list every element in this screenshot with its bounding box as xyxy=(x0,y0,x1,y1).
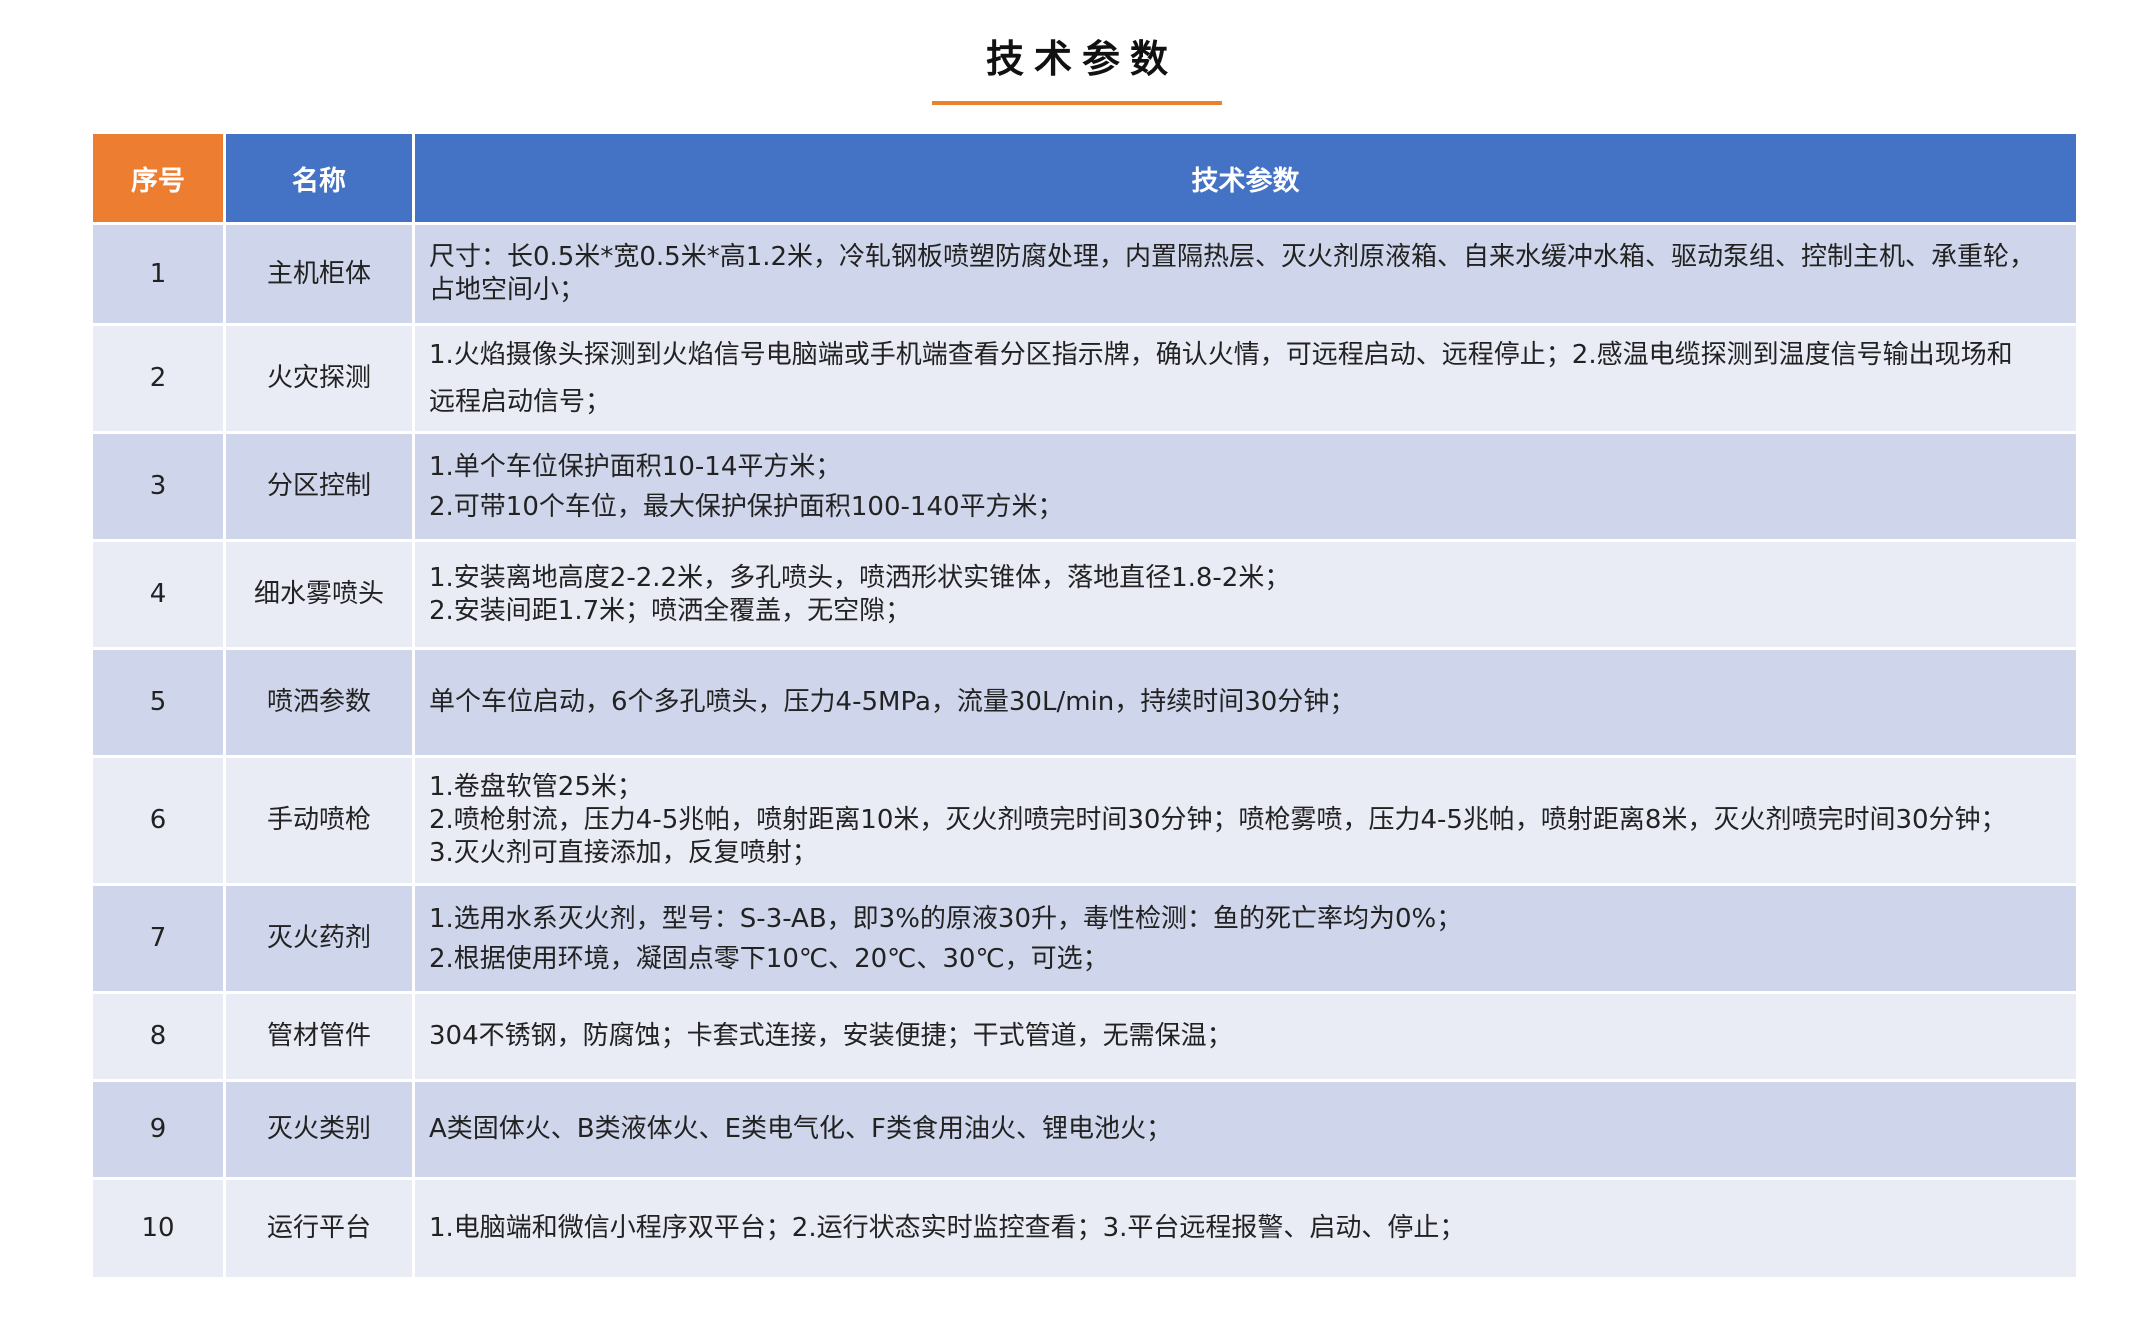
row-parameters: 1.卷盘软管25米； 2.喷枪射流，压力4-5兆帕，喷射距离10米，灭火剂喷完时… xyxy=(415,758,2076,883)
row-name: 细水雾喷头 xyxy=(226,542,412,647)
row-index: 2 xyxy=(93,326,223,431)
table-row: 4 细水雾喷头 1.安装离地高度2-2.2米，多孔喷头，喷洒形状实锥体，落地直径… xyxy=(93,542,2076,647)
parameter-line: 2.喷枪射流，压力4-5兆帕，喷射距离10米，灭火剂喷完时间30分钟；喷枪雾喷，… xyxy=(429,805,2007,835)
parameter-line: 3.灭火剂可直接添加，反复喷射； xyxy=(429,838,818,868)
parameter-line: 1.安装离地高度2-2.2米，多孔喷头，喷洒形状实锥体，落地直径1.8-2米； xyxy=(429,562,1291,593)
parameter-line: 304不锈钢，防腐蚀；卡套式连接，安装便捷；干式管道，无需保温； xyxy=(429,1021,1233,1051)
row-parameters: A类固体火、B类液体火、E类电气化、F类食用油火、锂电池火； xyxy=(415,1082,2076,1177)
row-parameters: 1.单个车位保护面积10-14平方米； 2.可带10个车位，最大保护保护面积10… xyxy=(415,434,2076,539)
parameter-line: A类固体火、B类液体火、E类电气化、F类食用油火、锂电池火； xyxy=(429,1114,1173,1144)
parameter-line: 2.安装间距1.7米；喷洒全覆盖，无空隙； xyxy=(429,595,912,626)
parameter-line: 1.电脑端和微信小程序双平台；2.运行状态实时监控查看；3.平台远程报警、启动、… xyxy=(429,1213,1466,1243)
parameter-line: 占地空间小； xyxy=(429,275,586,305)
header-name: 名称 xyxy=(226,134,412,222)
parameter-line: 2.根据使用环境，凝固点零下10℃、20℃、30℃，可选； xyxy=(429,943,1109,974)
header-index: 序号 xyxy=(93,134,223,222)
header-parameters: 技术参数 xyxy=(415,134,2076,222)
row-index: 10 xyxy=(93,1180,223,1277)
technical-parameters-table: 序号 名称 技术参数 1 主机柜体 尺寸：长0.5米*宽0.5米*高1.2米，冷… xyxy=(90,131,2079,1280)
row-index: 6 xyxy=(93,758,223,883)
row-name: 手动喷枪 xyxy=(226,758,412,883)
row-parameters: 1.选用水系灭火剂，型号：S-3-AB，即3%的原液30升，毒性检测：鱼的死亡率… xyxy=(415,886,2076,991)
table-row: 6 手动喷枪 1.卷盘软管25米； 2.喷枪射流，压力4-5兆帕，喷射距离10米… xyxy=(93,758,2076,883)
table-row: 8 管材管件 304不锈钢，防腐蚀；卡套式连接，安装便捷；干式管道，无需保温； xyxy=(93,994,2076,1079)
row-parameters: 1.火焰摄像头探测到火焰信号电脑端或手机端查看分区指示牌，确认火情，可远程启动、… xyxy=(415,326,2076,431)
row-name: 灭火药剂 xyxy=(226,886,412,991)
row-parameters: 1.电脑端和微信小程序双平台；2.运行状态实时监控查看；3.平台远程报警、启动、… xyxy=(415,1180,2076,1277)
row-name: 运行平台 xyxy=(226,1180,412,1277)
row-index: 8 xyxy=(93,994,223,1079)
parameter-line: 单个车位启动，6个多孔喷头，压力4-5MPa，流量30L/min，持续时间30分… xyxy=(429,687,1356,717)
row-name: 喷洒参数 xyxy=(226,650,412,755)
table-row: 7 灭火药剂 1.选用水系灭火剂，型号：S-3-AB，即3%的原液30升，毒性检… xyxy=(93,886,2076,991)
parameter-line: 1.火焰摄像头探测到火焰信号电脑端或手机端查看分区指示牌，确认火情，可远程启动、… xyxy=(429,339,2013,370)
table-row: 10 运行平台 1.电脑端和微信小程序双平台；2.运行状态实时监控查看；3.平台… xyxy=(93,1180,2076,1277)
table-row: 3 分区控制 1.单个车位保护面积10-14平方米； 2.可带10个车位，最大保… xyxy=(93,434,2076,539)
table-row: 5 喷洒参数 单个车位启动，6个多孔喷头，压力4-5MPa，流量30L/min，… xyxy=(93,650,2076,755)
row-index: 1 xyxy=(93,225,223,323)
row-name: 分区控制 xyxy=(226,434,412,539)
row-index: 4 xyxy=(93,542,223,647)
row-index: 3 xyxy=(93,434,223,539)
row-parameters: 304不锈钢，防腐蚀；卡套式连接，安装便捷；干式管道，无需保温； xyxy=(415,994,2076,1079)
page-title: 技术参数 xyxy=(932,28,1222,105)
row-name: 火灾探测 xyxy=(226,326,412,431)
row-parameters: 尺寸：长0.5米*宽0.5米*高1.2米，冷轧钢板喷塑防腐处理，内置隔热层、灭火… xyxy=(415,225,2076,323)
parameter-line: 1.单个车位保护面积10-14平方米； xyxy=(429,451,842,482)
title-area: 技术参数 xyxy=(0,28,2154,105)
row-index: 7 xyxy=(93,886,223,991)
row-parameters: 单个车位启动，6个多孔喷头，压力4-5MPa，流量30L/min，持续时间30分… xyxy=(415,650,2076,755)
row-parameters: 1.安装离地高度2-2.2米，多孔喷头，喷洒形状实锥体，落地直径1.8-2米； … xyxy=(415,542,2076,647)
row-name: 灭火类别 xyxy=(226,1082,412,1177)
row-index: 5 xyxy=(93,650,223,755)
parameter-line: 2.可带10个车位，最大保护保护面积100-140平方米； xyxy=(429,491,1064,522)
parameter-line: 尺寸：长0.5米*宽0.5米*高1.2米，冷轧钢板喷塑防腐处理，内置隔热层、灭火… xyxy=(429,242,2036,272)
parameter-line: 远程启动信号； xyxy=(429,386,612,417)
row-index: 9 xyxy=(93,1082,223,1177)
table-row: 9 灭火类别 A类固体火、B类液体火、E类电气化、F类食用油火、锂电池火； xyxy=(93,1082,2076,1177)
parameter-line: 1.选用水系灭火剂，型号：S-3-AB，即3%的原液30升，毒性检测：鱼的死亡率… xyxy=(429,903,1463,934)
parameter-line: 1.卷盘软管25米； xyxy=(429,772,643,802)
table-header-row: 序号 名称 技术参数 xyxy=(93,134,2076,222)
row-name: 主机柜体 xyxy=(226,225,412,323)
table-row: 2 火灾探测 1.火焰摄像头探测到火焰信号电脑端或手机端查看分区指示牌，确认火情… xyxy=(93,326,2076,431)
table-row: 1 主机柜体 尺寸：长0.5米*宽0.5米*高1.2米，冷轧钢板喷塑防腐处理，内… xyxy=(93,225,2076,323)
row-name: 管材管件 xyxy=(226,994,412,1079)
